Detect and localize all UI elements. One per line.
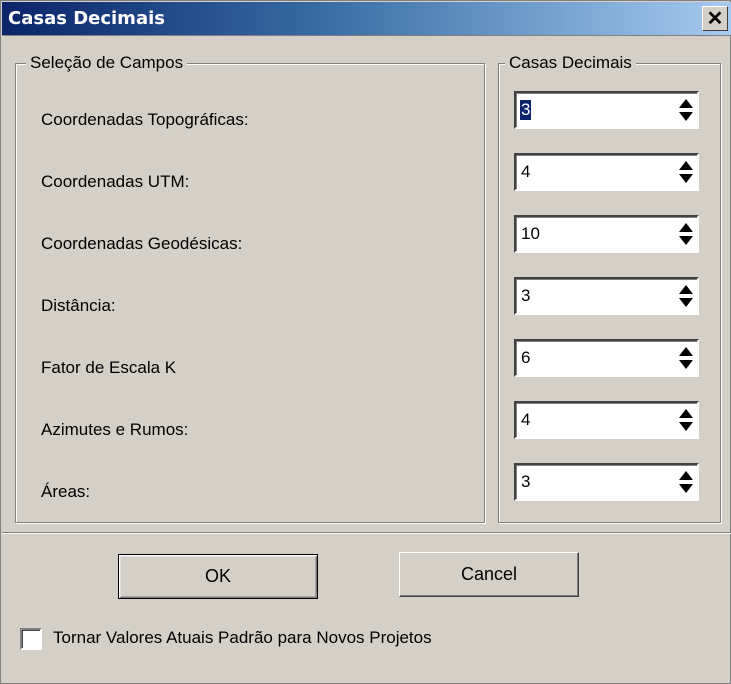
cancel-button[interactable]: Cancel [399,552,579,597]
spin-arrows[interactable] [679,284,693,308]
label-utm-coordinates: Coordenadas UTM: [41,172,190,191]
arrow-up-icon[interactable] [679,223,693,232]
spin-value[interactable]: 6 [520,348,531,368]
spin-arrows[interactable] [679,346,693,370]
arrow-up-icon[interactable] [679,471,693,480]
title-bar[interactable]: Casas Decimais ✕ [2,2,731,36]
spin-arrows[interactable] [679,98,693,122]
spin-value[interactable]: 10 [520,224,541,244]
arrow-down-icon[interactable] [679,422,693,431]
spin-areas[interactable]: 3 [514,463,699,501]
arrow-up-icon[interactable] [679,347,693,356]
spin-value[interactable]: 3 [520,100,532,120]
arrow-down-icon[interactable] [679,360,693,369]
arrow-up-icon[interactable] [679,99,693,108]
spin-azimuths-and-bearings[interactable]: 4 [514,401,699,439]
spin-arrows[interactable] [679,222,693,246]
label-scale-factor-k: Fator de Escala K [41,358,177,377]
arrow-up-icon[interactable] [679,285,693,294]
spin-arrows[interactable] [679,408,693,432]
default-values-label[interactable]: Tornar Valores Atuais Padrão para Novos … [53,627,432,649]
decimal-places-dialog: Casas Decimais ✕ Seleção de Campos Casas… [0,0,731,684]
spin-scale-factor-k[interactable]: 6 [514,339,699,377]
arrow-down-icon[interactable] [679,298,693,307]
arrow-down-icon[interactable] [679,174,693,183]
spin-arrows[interactable] [679,160,693,184]
decimal-places-legend: Casas Decimais [505,53,636,73]
ok-button[interactable]: OK [118,554,318,599]
label-azimuths-and-bearings: Azimutes e Rumos: [41,420,189,439]
arrow-down-icon[interactable] [679,112,693,121]
field-selection-group: Seleção de Campos [15,53,485,523]
spin-value[interactable]: 3 [520,472,531,492]
spin-value[interactable]: 3 [520,286,531,306]
label-geodetic-coordinates: Coordenadas Geodésicas: [41,234,243,253]
spin-value[interactable]: 4 [520,410,531,430]
spin-value[interactable]: 4 [520,162,531,182]
label-distance: Distância: [41,296,116,315]
arrow-down-icon[interactable] [679,484,693,493]
close-button[interactable]: ✕ [702,6,728,31]
spin-geodetic-coordinates[interactable]: 10 [514,215,699,253]
arrow-down-icon[interactable] [679,236,693,245]
arrow-up-icon[interactable] [679,161,693,170]
window-title: Casas Decimais [8,8,165,29]
field-selection-legend: Seleção de Campos [26,53,188,73]
label-areas: Áreas: [41,482,91,501]
spin-utm-coordinates[interactable]: 4 [514,153,699,191]
spin-arrows[interactable] [679,470,693,494]
spin-topographic-coordinates[interactable]: 3 [514,91,699,129]
separator [2,532,731,534]
close-icon: ✕ [706,7,724,30]
spin-distance[interactable]: 3 [514,277,699,315]
default-values-checkbox[interactable] [20,628,42,650]
arrow-up-icon[interactable] [679,409,693,418]
label-topographic-coordinates: Coordenadas Topográficas: [41,110,249,129]
